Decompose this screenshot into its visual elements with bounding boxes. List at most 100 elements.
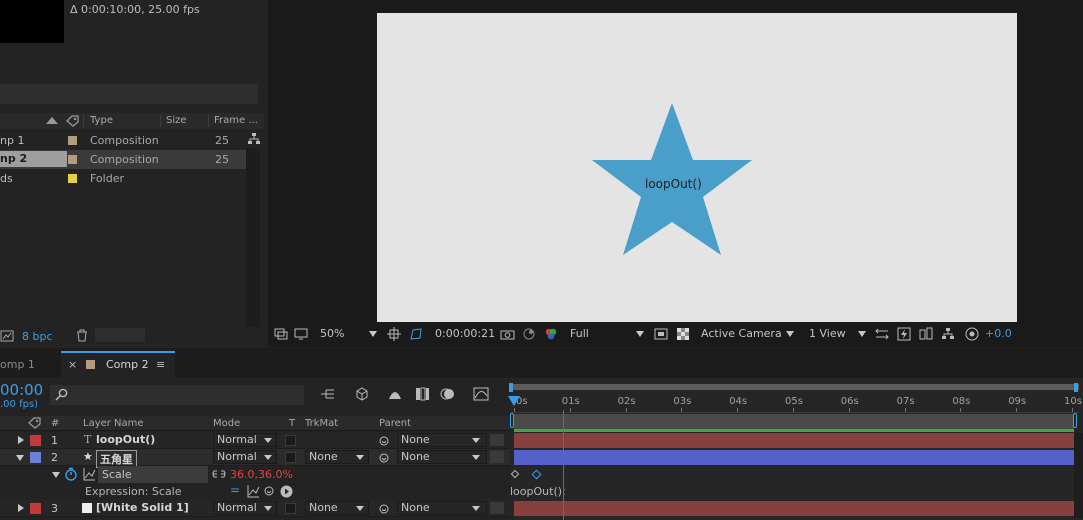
layer-name[interactable]: [White Solid 1] bbox=[96, 501, 189, 514]
layer-switch-box[interactable] bbox=[490, 434, 504, 446]
bit-depth-button[interactable]: 8 bpc bbox=[22, 330, 53, 343]
col-layer-name[interactable]: Layer Name bbox=[83, 418, 144, 429]
expression-graph-icon[interactable] bbox=[246, 484, 260, 498]
scale-value[interactable]: 36.0,36.0% bbox=[230, 468, 293, 481]
expression-language-menu-icon[interactable] bbox=[280, 485, 293, 498]
parent-pickwhip-icon[interactable] bbox=[378, 452, 390, 464]
label-color-chip[interactable] bbox=[68, 174, 77, 183]
resolution-dropdown[interactable]: Full bbox=[570, 327, 589, 340]
camera-view-dropdown[interactable]: Active Camera bbox=[701, 327, 782, 340]
layer-row[interactable]: 2 ★ 五角星 Normal None None bbox=[0, 449, 510, 468]
safe-margins-icon[interactable] bbox=[387, 327, 401, 341]
fast-draft-icon[interactable] bbox=[897, 327, 911, 341]
label-color-chip[interactable] bbox=[68, 155, 77, 164]
exposure-value[interactable]: +0.0 bbox=[985, 327, 1012, 340]
layer-switch-box[interactable] bbox=[490, 502, 504, 514]
pixel-aspect-icon[interactable] bbox=[875, 327, 889, 341]
timeline-search-input[interactable] bbox=[50, 385, 304, 405]
parent-dropdown[interactable]: None bbox=[397, 433, 487, 447]
composition-canvas[interactable]: loopOut() bbox=[377, 13, 1017, 322]
constrain-proportions-icon[interactable] bbox=[212, 469, 226, 479]
expand-layer-icon[interactable] bbox=[18, 436, 24, 444]
draft-3d-icon[interactable] bbox=[354, 386, 370, 402]
blend-mode-dropdown[interactable]: Normal bbox=[213, 450, 277, 464]
fast-previews-icon[interactable] bbox=[654, 327, 668, 341]
view-layout-dropdown[interactable]: 1 View bbox=[809, 327, 846, 340]
camera-snapshot-icon[interactable] bbox=[500, 328, 515, 340]
project-search-field[interactable] bbox=[0, 84, 258, 104]
layer-label-color[interactable] bbox=[30, 452, 41, 463]
reset-exposure-icon[interactable] bbox=[965, 327, 979, 341]
col-preserve-transparency[interactable]: T bbox=[289, 418, 295, 429]
expression-pickwhip-icon[interactable] bbox=[263, 485, 275, 497]
graph-editor-icon[interactable] bbox=[473, 386, 489, 402]
flowchart-icon[interactable] bbox=[247, 132, 261, 146]
stopwatch-icon[interactable] bbox=[64, 467, 78, 481]
parent-dropdown[interactable]: None bbox=[397, 501, 487, 515]
chevron-down-icon[interactable] bbox=[636, 331, 644, 337]
mask-path-icon[interactable] bbox=[409, 327, 423, 341]
col-number[interactable]: # bbox=[51, 418, 59, 429]
expression-text[interactable]: loopOut(); bbox=[510, 485, 566, 498]
layer-switch-box[interactable] bbox=[490, 451, 504, 463]
current-time-display[interactable]: 0:00:00:21 bbox=[435, 327, 495, 340]
timeline-current-time[interactable]: 00:00 bbox=[0, 381, 43, 399]
composition-mini-flowchart-icon[interactable] bbox=[320, 387, 336, 401]
project-item[interactable]: ds Folder bbox=[0, 169, 246, 188]
playhead-line[interactable] bbox=[563, 410, 564, 520]
parent-pickwhip-icon[interactable] bbox=[378, 435, 390, 447]
chevron-down-icon[interactable] bbox=[858, 331, 866, 337]
scale-property-name[interactable]: Scale bbox=[98, 466, 208, 483]
expand-layer-icon[interactable] bbox=[18, 504, 24, 512]
blend-mode-dropdown[interactable]: Normal bbox=[213, 433, 277, 447]
label-color-chip[interactable] bbox=[68, 136, 77, 145]
time-navigator[interactable] bbox=[510, 384, 1079, 390]
col-track-matte[interactable]: TrkMat bbox=[305, 418, 338, 429]
parent-pickwhip-icon[interactable] bbox=[378, 503, 390, 515]
blend-mode-dropdown[interactable]: Normal bbox=[213, 501, 277, 515]
timeline-icon[interactable] bbox=[919, 327, 933, 341]
panel-menu-icon[interactable]: ≡ bbox=[156, 358, 165, 371]
preserve-transparency-toggle[interactable] bbox=[285, 435, 296, 446]
show-snapshot-icon[interactable] bbox=[522, 327, 536, 341]
project-item[interactable]: np 1 Composition 25 bbox=[0, 131, 246, 150]
col-mode[interactable]: Mode bbox=[213, 418, 240, 429]
collapse-layer-icon[interactable] bbox=[16, 455, 24, 461]
work-area-start[interactable] bbox=[510, 413, 514, 428]
current-time-indicator[interactable] bbox=[508, 396, 520, 406]
layer-2-duration-bar[interactable] bbox=[514, 450, 1074, 465]
layer-row[interactable]: 3 [White Solid 1] Normal None None bbox=[0, 500, 510, 517]
label-tag-icon[interactable] bbox=[28, 417, 41, 429]
track-matte-dropdown[interactable]: None bbox=[305, 450, 369, 464]
expression-enable-icon[interactable]: = bbox=[230, 483, 240, 497]
star-text-layer[interactable]: loopOut() bbox=[645, 177, 702, 191]
region-of-interest-icon[interactable] bbox=[274, 328, 288, 340]
layer-label-color[interactable] bbox=[30, 435, 41, 446]
col-size[interactable]: Size bbox=[166, 115, 187, 126]
collapse-property-icon[interactable] bbox=[52, 472, 60, 478]
close-tab-icon[interactable]: × bbox=[68, 358, 77, 371]
frame-blending-icon[interactable] bbox=[414, 386, 430, 402]
rgb-channels-icon[interactable] bbox=[544, 327, 558, 341]
parent-dropdown[interactable]: None bbox=[397, 450, 487, 464]
magnification-dropdown[interactable]: 50% bbox=[320, 327, 344, 340]
layer-row[interactable]: 1 TloopOut() Normal None bbox=[0, 432, 510, 449]
work-area-end[interactable] bbox=[1073, 413, 1077, 428]
layer-3-duration-bar[interactable] bbox=[514, 501, 1074, 516]
label-tag-icon[interactable] bbox=[66, 115, 79, 127]
layer-label-color[interactable] bbox=[30, 503, 41, 514]
chevron-down-icon[interactable] bbox=[369, 331, 377, 337]
layer-1-duration-bar[interactable] bbox=[514, 433, 1074, 448]
preserve-transparency-toggle[interactable] bbox=[285, 503, 296, 514]
tab-comp-1[interactable]: omp 1 bbox=[0, 358, 35, 371]
navigator-end-handle[interactable] bbox=[1074, 383, 1078, 392]
shy-layers-icon[interactable] bbox=[387, 387, 403, 401]
motion-blur-icon[interactable] bbox=[440, 386, 456, 402]
track-matte-dropdown[interactable]: None bbox=[305, 501, 369, 515]
col-frame-rate[interactable]: Frame ... bbox=[214, 115, 258, 126]
col-type[interactable]: Type bbox=[90, 115, 113, 126]
chevron-down-icon[interactable] bbox=[786, 331, 794, 337]
project-item[interactable]: np 2 Composition 25 bbox=[0, 150, 246, 169]
col-parent[interactable]: Parent bbox=[379, 418, 411, 429]
layer-name[interactable]: loopOut() bbox=[96, 433, 155, 446]
